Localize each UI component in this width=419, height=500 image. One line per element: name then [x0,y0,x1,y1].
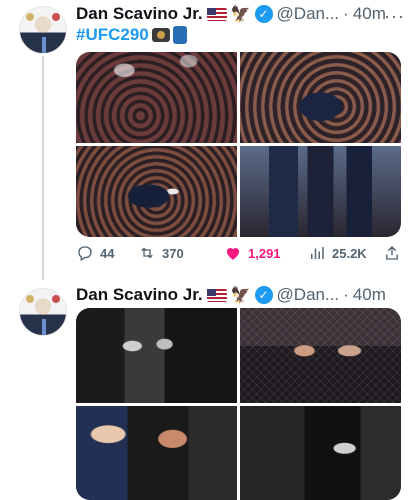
flag-us-icon [206,288,227,302]
reply-button[interactable]: 44 [76,244,138,262]
crowd-photo[interactable] [240,52,401,143]
avatar[interactable] [19,6,67,54]
retweet-count: 370 [162,245,184,261]
walkout-photo[interactable] [240,146,401,237]
more-options-icon[interactable]: ··· [384,6,405,27]
eagle-icon: 🦅 [230,6,251,23]
views-count: 25.2K [332,245,367,261]
reply-icon [78,246,92,261]
timestamp[interactable]: 40m [353,4,386,24]
eagle-icon: 🦅 [230,287,251,304]
crowd-photo[interactable] [76,52,237,143]
like-count: 1,291 [248,245,281,261]
share-button[interactable] [383,244,401,262]
camera-emoji-icon [151,28,170,42]
tweet-2[interactable] [0,280,419,500]
seal-decoration [26,13,34,21]
heart-icon [226,247,240,260]
verified-badge-icon: ✓ [254,286,273,304]
tweet-actions: 44 370 1,291 25.2K [76,243,401,263]
like-button[interactable]: 1,291 [224,244,308,262]
retweet-button[interactable]: 370 [138,244,224,262]
share-icon [386,246,398,260]
time-separator: · [343,285,349,304]
color-photo[interactable] [76,405,237,500]
tweet-header: Dan Scavino Jr. 🦅 ✓ @Dan... · 40m [76,284,386,306]
tie-decoration [42,37,46,53]
flag-decoration [52,295,60,303]
hashtag-link[interactable]: #UFC290 [76,25,149,45]
verified-badge-icon: ✓ [254,5,273,23]
bw-photo[interactable] [76,308,237,403]
avatar[interactable] [19,288,67,336]
reply-count: 44 [100,245,115,261]
author-name[interactable]: Dan Scavino Jr. [76,4,203,24]
bw-photo[interactable] [240,405,401,500]
flag-us-icon [206,7,227,21]
author-name[interactable]: Dan Scavino Jr. [76,285,203,305]
media-grid [76,52,401,237]
views-button[interactable]: 25.2K [308,244,378,262]
crowd-photo[interactable] [76,146,237,237]
cage-photo[interactable] [240,308,401,403]
media-grid [76,308,401,500]
spool-emoji-icon [172,26,187,44]
tie-decoration [42,319,46,335]
tweet-header: Dan Scavino Jr. 🦅 ✓ @Dan... · 40m [76,3,386,25]
time-separator: · [343,4,349,23]
views-chart-icon [311,247,324,259]
retweet-icon [141,247,153,259]
seal-decoration [26,295,34,303]
author-handle[interactable]: @Dan... [277,4,340,24]
timestamp[interactable]: 40m [353,285,386,305]
tweet-text: #UFC290 [76,25,187,45]
flag-decoration [52,13,60,21]
author-handle[interactable]: @Dan... [277,285,340,305]
tweet-1[interactable]: Dan Scavino Jr. 🦅 ✓ @Dan... · 40m ··· #U… [0,0,419,280]
